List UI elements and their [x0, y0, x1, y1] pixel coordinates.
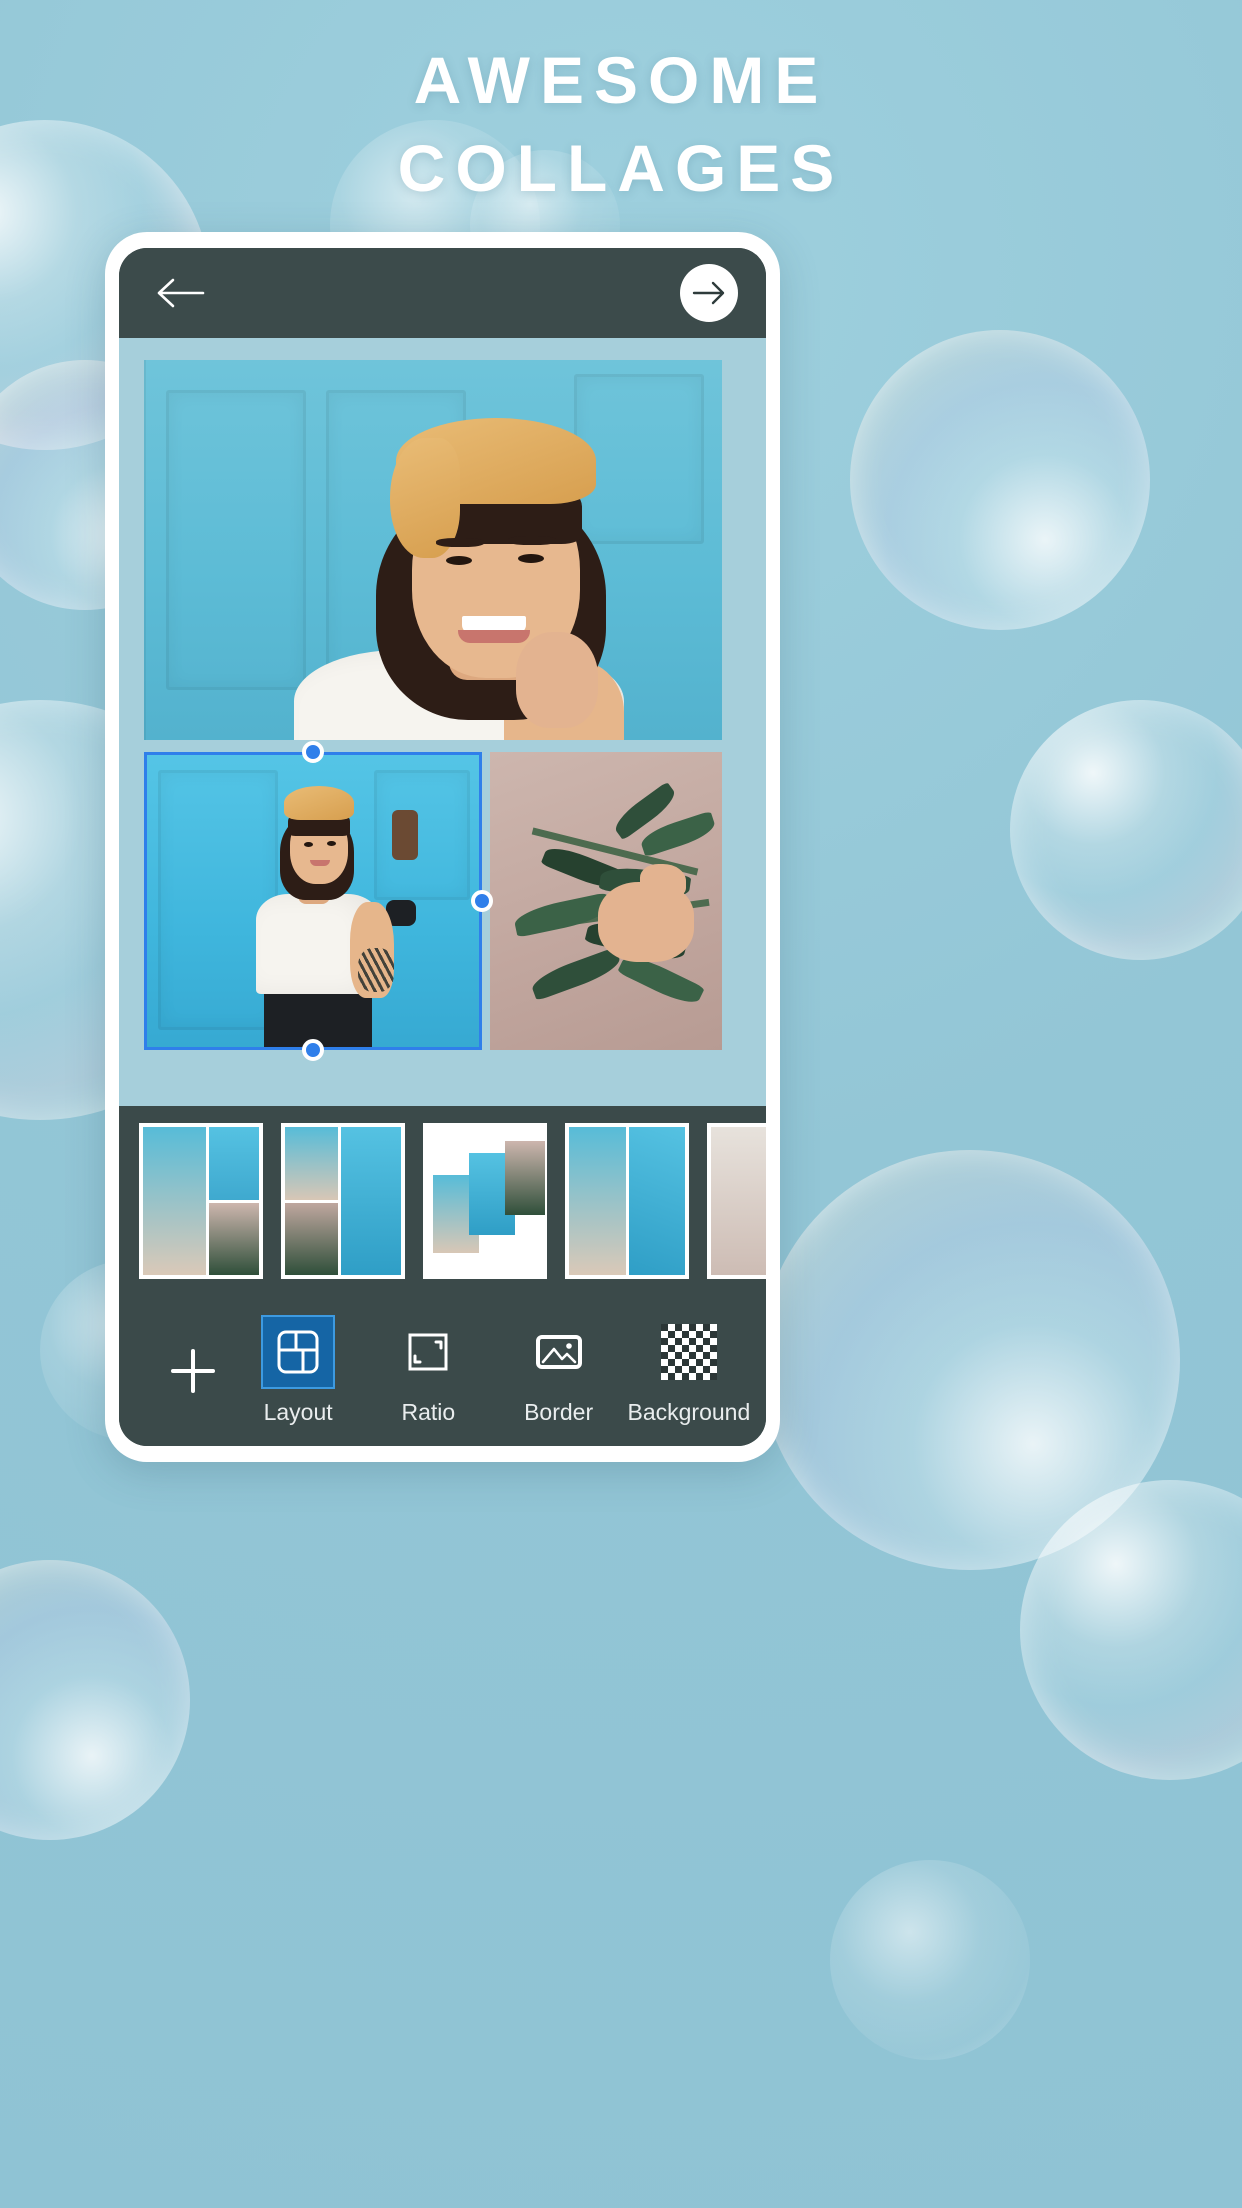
resize-handle-right[interactable] — [471, 890, 493, 912]
resize-handle-top[interactable] — [302, 741, 324, 763]
bubble-decoration — [1020, 1480, 1242, 1780]
tool-list: Layout Ratio Border Background — [233, 1314, 754, 1426]
tool-layout[interactable]: Layout — [234, 1314, 362, 1426]
tool-ratio[interactable]: Ratio — [364, 1317, 492, 1426]
tool-ratio-label: Ratio — [401, 1398, 456, 1425]
checkerboard-icon — [660, 1323, 717, 1380]
app-topbar — [119, 248, 766, 338]
layout-thumbnail[interactable] — [281, 1123, 405, 1279]
thumb-cell — [505, 1141, 545, 1215]
page-title: AWESOME COLLAGES — [0, 43, 1242, 206]
door-panel — [166, 390, 306, 690]
tool-ratio-iconbox — [393, 1317, 463, 1387]
bubble-decoration — [1010, 700, 1242, 960]
door-handle — [392, 810, 418, 860]
tattoo — [358, 948, 394, 992]
bubble-decoration — [760, 1150, 1180, 1570]
door-panel — [374, 770, 470, 900]
layout-thumbnail[interactable] — [707, 1123, 766, 1279]
tool-border[interactable]: Border — [495, 1317, 623, 1426]
app-screen: Layout Ratio Border Background — [119, 248, 766, 1446]
bubble-decoration — [0, 1560, 190, 1840]
bubble-decoration — [850, 330, 1150, 630]
bottom-toolbar: Layout Ratio Border Background — [119, 1296, 766, 1446]
collage-cell-bottom-right[interactable] — [490, 752, 722, 1050]
collage-canvas[interactable] — [119, 338, 766, 1106]
tool-background-iconbox — [654, 1317, 724, 1387]
tool-border-label: Border — [524, 1398, 594, 1425]
back-button[interactable] — [153, 266, 207, 320]
bubble-decoration — [830, 1860, 1030, 2060]
plus-icon — [171, 1349, 215, 1393]
page-title-line1: AWESOME — [413, 43, 829, 117]
phone-mockup: Layout Ratio Border Background — [105, 232, 780, 1462]
resize-handle-bottom[interactable] — [302, 1039, 324, 1061]
tool-background[interactable]: Background — [625, 1317, 753, 1426]
tool-background-label: Background — [627, 1398, 751, 1425]
collage-cell-bottom-left[interactable] — [144, 752, 482, 1050]
arrow-right-icon — [692, 281, 725, 305]
page-title-line2: COLLAGES — [397, 130, 845, 205]
next-button[interactable] — [680, 264, 738, 322]
add-photo-button[interactable] — [153, 1345, 233, 1397]
fingers — [640, 864, 686, 898]
layout-thumbnail[interactable] — [565, 1123, 689, 1279]
crop-corners-icon — [408, 1333, 448, 1370]
grid-layout-icon — [277, 1330, 319, 1373]
arrow-left-icon — [157, 278, 205, 308]
image-icon — [535, 1334, 582, 1369]
tool-border-iconbox — [524, 1317, 594, 1387]
tool-layout-iconbox — [261, 1314, 336, 1389]
tool-layout-label: Layout — [263, 1398, 333, 1425]
layout-thumbnail[interactable] — [423, 1123, 547, 1279]
collage-cell-top[interactable] — [144, 360, 722, 740]
layout-strip[interactable] — [119, 1106, 766, 1296]
layout-thumbnail[interactable] — [139, 1123, 263, 1279]
